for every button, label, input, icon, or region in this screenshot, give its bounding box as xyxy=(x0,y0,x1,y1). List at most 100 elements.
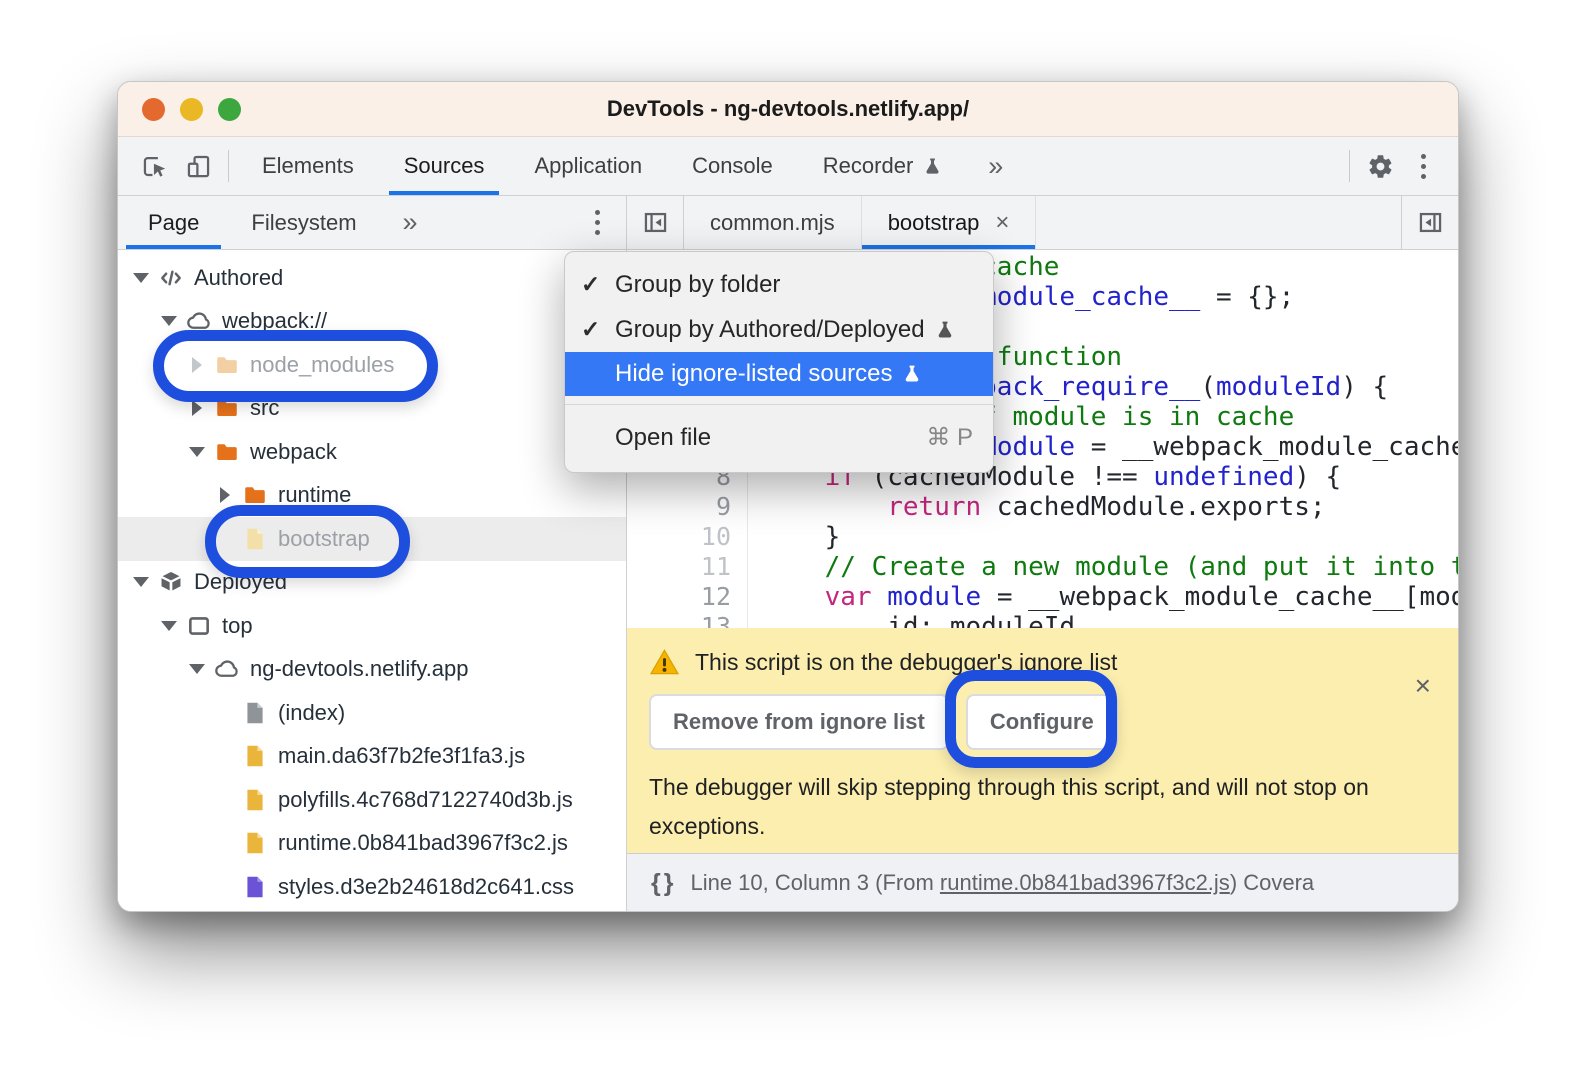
cloud-icon xyxy=(184,308,214,334)
tree-item-deployed[interactable]: Deployed xyxy=(118,561,626,605)
tree-item-label: runtime.0b841bad3967f3c2.js xyxy=(278,830,568,856)
frame-icon xyxy=(184,613,214,639)
window-title: DevTools - ng-devtools.netlify.app/ xyxy=(118,96,1458,122)
expander-down-icon[interactable] xyxy=(184,664,210,674)
line-number[interactable]: 11 xyxy=(627,552,748,582)
tab-label: Recorder xyxy=(823,153,913,179)
devtools-window: DevTools - ng-devtools.netlify.app/ Elem… xyxy=(117,81,1459,912)
tree-item-index[interactable]: (index) xyxy=(118,691,626,735)
editor-tab-label: bootstrap xyxy=(888,210,980,236)
expander-right-icon[interactable] xyxy=(212,487,238,503)
editor-tabstrip: common.mjs bootstrap × xyxy=(627,196,1458,250)
expander-down-icon[interactable] xyxy=(128,273,154,283)
more-sidebar-tabs-icon[interactable]: » xyxy=(383,196,438,249)
menu-item-open-file[interactable]: Open file⌘ P xyxy=(565,415,993,460)
code-line-10: 10 } xyxy=(627,522,1458,552)
tab-label: Sources xyxy=(404,153,485,179)
folder-faded-icon xyxy=(212,352,242,378)
menu-item-label: Hide ignore-listed sources xyxy=(615,360,892,388)
menu-item-group-by-folder[interactable]: ✓Group by folder xyxy=(565,262,993,307)
menu-item-group-by-authored-deployed[interactable]: ✓Group by Authored/Deployed xyxy=(565,307,993,352)
tree-item-label: webpack:// xyxy=(222,308,327,334)
tree-item-webpack[interactable]: webpack:// xyxy=(118,300,626,344)
tab-filesystem[interactable]: Filesystem xyxy=(225,196,382,249)
pretty-print-icon[interactable]: {} xyxy=(651,869,676,898)
remove-from-ignore-list-button[interactable]: Remove from ignore list xyxy=(649,694,949,750)
settings-gear-icon[interactable] xyxy=(1358,137,1402,195)
tab-label: Console xyxy=(692,153,773,179)
tree-item-top[interactable]: top xyxy=(118,604,626,648)
checkmark-icon: ✓ xyxy=(581,271,615,298)
tab-page[interactable]: Page xyxy=(122,196,225,249)
cursor-position: Line 10, Column 3 xyxy=(690,870,869,896)
menu-item-hide-ignore-listed-sources[interactable]: Hide ignore-listed sources xyxy=(565,352,993,396)
tree-item-label: bootstrap xyxy=(278,526,370,552)
code-text: var module = __webpack_module_cache__[mo… xyxy=(748,582,1458,612)
configure-button[interactable]: Configure xyxy=(966,694,1118,750)
experiment-flask-icon xyxy=(901,363,923,385)
menu-item-label: Open file xyxy=(615,424,711,452)
tree-item-label: top xyxy=(222,613,253,639)
tree-item-label: ng-devtools.netlify.app xyxy=(250,656,469,682)
tree-item-bootstrap[interactable]: bootstrap xyxy=(118,517,626,561)
tab-label: Elements xyxy=(262,153,354,179)
file-yellow-icon xyxy=(240,787,270,813)
expander-down-icon[interactable] xyxy=(156,621,182,631)
tree-item-polyfills-4c768d7122740d3b-js[interactable]: polyfills.4c768d7122740d3b.js xyxy=(118,778,626,822)
kebab-menu-icon[interactable] xyxy=(1402,137,1444,195)
tree-item-ng-devtools-netlify-app[interactable]: ng-devtools.netlify.app xyxy=(118,648,626,692)
tree-item-runtime-0b841bad3967f3c2-js[interactable]: runtime.0b841bad3967f3c2.js xyxy=(118,822,626,866)
banner-close-icon[interactable]: × xyxy=(1415,672,1431,700)
more-panels-icon[interactable]: » xyxy=(968,137,1023,195)
file-tree: Authored webpack:// node_modulessrc webpack… xyxy=(118,250,626,912)
experiment-flask-icon xyxy=(922,156,943,177)
file-yellow-icon xyxy=(240,743,270,769)
line-number[interactable]: 10 xyxy=(627,522,748,552)
sources-sidebar: Page Filesystem » Authored webpack:// node… xyxy=(118,196,627,912)
tree-item-node-modules[interactable]: node_modules xyxy=(118,343,626,387)
file-yellow-icon xyxy=(240,830,270,856)
editor-tab-bootstrap[interactable]: bootstrap × xyxy=(862,196,1037,249)
tree-item-label: src xyxy=(250,395,279,421)
show-debugger-panel-icon[interactable] xyxy=(1401,196,1458,249)
tree-item-styles-d3e2b24618d2c641-css[interactable]: styles.d3e2b24618d2c641.css xyxy=(118,865,626,909)
tab-elements[interactable]: Elements xyxy=(237,137,379,195)
folder-icon xyxy=(212,439,242,465)
editor-tab-common-mjs[interactable]: common.mjs xyxy=(684,196,862,249)
device-toolbar-icon[interactable] xyxy=(176,137,220,195)
tab-recorder[interactable]: Recorder xyxy=(798,137,968,195)
file-faded-icon xyxy=(240,526,270,552)
tree-item-webpack[interactable]: webpack xyxy=(118,430,626,474)
expander-down-icon[interactable] xyxy=(128,577,154,587)
line-number[interactable]: 9 xyxy=(627,492,748,522)
code-line-13: 13 id: moduleId, xyxy=(627,612,1458,628)
code-text: // Create a new module (and put it into … xyxy=(748,552,1458,582)
tab-console[interactable]: Console xyxy=(667,137,798,195)
collapse-sidebar-icon[interactable] xyxy=(627,196,684,249)
sidebar-tabs: Page Filesystem » xyxy=(118,196,626,250)
banner-buttons: Remove from ignore list Configure xyxy=(649,694,1434,750)
tree-item-src[interactable]: src xyxy=(118,387,626,431)
code-icon xyxy=(156,265,186,291)
tree-item-main-da63f7b2fe3f1fa3-js[interactable]: main.da63f7b2fe3f1fa3.js xyxy=(118,735,626,779)
expander-right-icon[interactable] xyxy=(184,400,210,416)
warning-triangle-icon xyxy=(649,647,680,678)
line-number[interactable]: 13 xyxy=(627,612,748,628)
expander-down-icon[interactable] xyxy=(156,316,182,326)
line-number[interactable]: 12 xyxy=(627,582,748,612)
close-tab-icon[interactable]: × xyxy=(995,211,1009,235)
tree-item-label: styles.d3e2b24618d2c641.css xyxy=(278,874,574,900)
toolbar-divider xyxy=(228,150,229,182)
sidebar-kebab-menu-icon[interactable] xyxy=(576,196,618,249)
expander-right-icon[interactable] xyxy=(184,357,210,373)
toolbar-right xyxy=(1341,137,1444,195)
inspect-icon[interactable] xyxy=(132,137,176,195)
tab-sources[interactable]: Sources xyxy=(379,137,510,195)
tree-item-authored[interactable]: Authored xyxy=(118,256,626,300)
cloud-icon xyxy=(212,656,242,682)
expander-down-icon[interactable] xyxy=(184,447,210,457)
tree-item-runtime[interactable]: runtime xyxy=(118,474,626,518)
source-map-link[interactable]: runtime.0b841bad3967f3c2.js xyxy=(940,870,1230,896)
tree-item-label: main.da63f7b2fe3f1fa3.js xyxy=(278,743,525,769)
tab-application[interactable]: Application xyxy=(509,137,667,195)
